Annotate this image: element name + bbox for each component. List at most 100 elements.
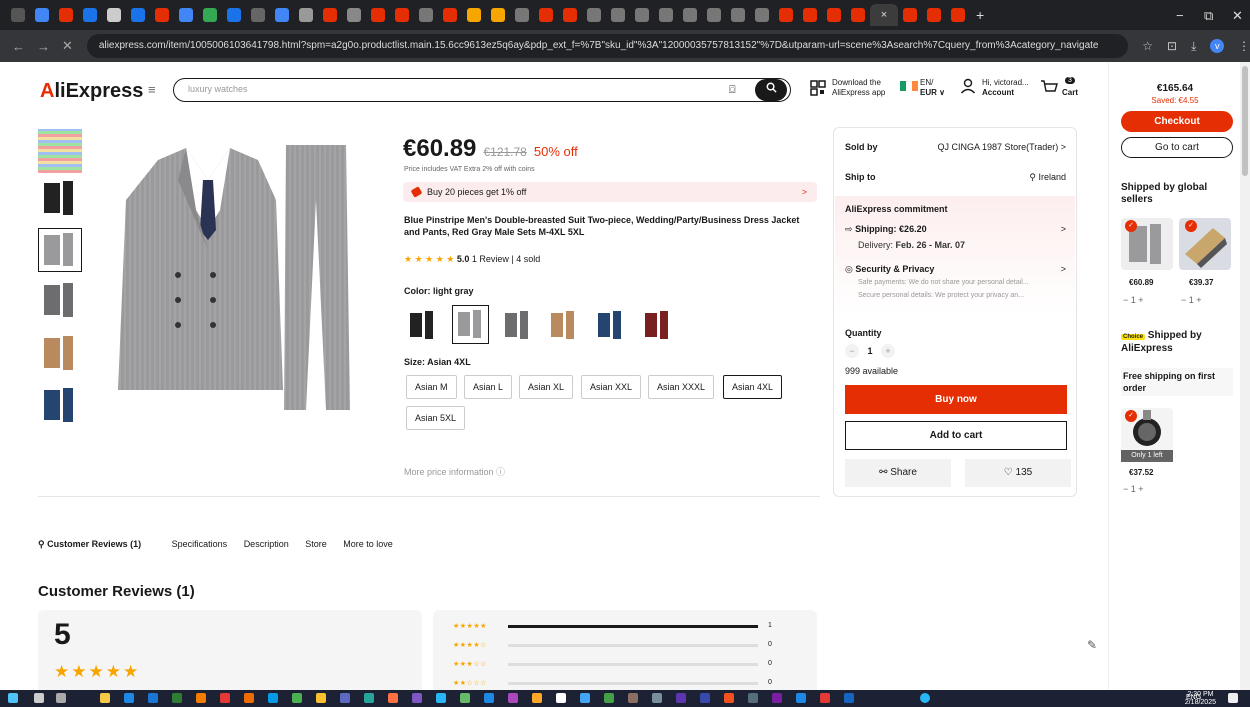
app-icon[interactable] [196, 693, 206, 703]
app-icon[interactable] [148, 693, 158, 703]
active-tab-close[interactable]: × [870, 4, 898, 26]
scrollbar-thumb[interactable] [1242, 66, 1248, 176]
tab-favicon[interactable] [951, 8, 965, 22]
tab-favicon[interactable] [155, 8, 169, 22]
app-icon[interactable] [412, 693, 422, 703]
app-icon[interactable] [364, 693, 374, 703]
bookmark-star-icon[interactable]: ☆ [1142, 39, 1153, 53]
tab-favicon[interactable] [827, 8, 841, 22]
review-count[interactable]: 1 Review [472, 254, 509, 264]
tab-favicon[interactable] [659, 8, 673, 22]
color-swatch-dark-gray[interactable] [499, 305, 536, 344]
system-clock[interactable]: 2:30 PM 2/18/2025 [1185, 691, 1216, 707]
color-swatch-tan[interactable] [545, 305, 582, 344]
tab-favicon[interactable] [611, 8, 625, 22]
app-icon[interactable] [676, 693, 686, 703]
app-icon[interactable] [436, 693, 446, 703]
new-tab-button[interactable]: + [976, 7, 984, 23]
selected-check-icon[interactable]: ✓ [1125, 220, 1137, 232]
app-icon[interactable] [388, 693, 398, 703]
tab-favicon[interactable] [131, 8, 145, 22]
tab-favicon[interactable] [179, 8, 193, 22]
app-icon[interactable] [580, 693, 590, 703]
app-icon[interactable] [700, 693, 710, 703]
share-button[interactable]: ⚯ Share [845, 459, 951, 487]
tab-favicon[interactable] [803, 8, 817, 22]
app-icon[interactable] [124, 693, 134, 703]
app-icon[interactable] [340, 693, 350, 703]
page-scrollbar[interactable] [1240, 62, 1250, 690]
rating-summary[interactable]: ★ ★ ★ ★ ★ 5.0 1 Review | 4 sold [404, 254, 540, 265]
size-option[interactable]: Asian L [464, 375, 513, 399]
thumbnail-size-chart[interactable] [38, 129, 82, 173]
color-swatch-light-gray[interactable] [452, 305, 489, 344]
back-icon[interactable]: ← [12, 39, 25, 54]
tab-favicon[interactable] [11, 8, 25, 22]
selected-check-icon[interactable]: ✓ [1125, 410, 1137, 422]
tab-favicon[interactable] [83, 8, 97, 22]
tab-favicon[interactable] [371, 8, 385, 22]
wishlist-button[interactable]: ♡ 135 [965, 459, 1071, 487]
download-icon[interactable]: ⤓ [1191, 39, 1196, 54]
app-icon[interactable] [172, 693, 182, 703]
app-icon[interactable] [316, 693, 326, 703]
sold-by-row[interactable]: Sold by QJ CINGA 1987 Store(Trader) > [845, 142, 1066, 152]
app-icon[interactable] [772, 693, 782, 703]
forward-icon[interactable]: → [37, 39, 50, 54]
tab-favicon[interactable] [707, 8, 721, 22]
quantity-value[interactable]: 1 [868, 346, 873, 356]
tab-favicon[interactable] [251, 8, 265, 22]
tab-specifications[interactable]: Specifications [172, 539, 228, 549]
profile-avatar[interactable]: v [1210, 39, 1224, 53]
app-icon[interactable] [220, 693, 230, 703]
security-row[interactable]: ◎ Security & Privacy > [845, 264, 1066, 275]
notification-icon[interactable] [1228, 693, 1238, 703]
app-icon[interactable] [796, 693, 806, 703]
tab-favicon[interactable] [467, 8, 481, 22]
cart-item-quantity-stepper[interactable]: − 1 + [1123, 295, 1144, 305]
size-option[interactable]: Asian XXL [581, 375, 642, 399]
restore-icon[interactable]: ⧉ [1204, 8, 1213, 24]
menu-icon[interactable]: ≡ [148, 82, 156, 97]
app-icon[interactable] [556, 693, 566, 703]
browser-menu-icon[interactable]: ⋮ [1238, 39, 1250, 53]
bundle-deal-banner[interactable]: Buy 20 pieces get 1% off > [403, 182, 817, 202]
tab-favicon[interactable] [491, 8, 505, 22]
search-button[interactable] [755, 79, 787, 101]
app-icon[interactable] [484, 693, 494, 703]
store-link[interactable]: QJ CINGA 1987 Store(Trader) > [938, 142, 1066, 152]
increase-button[interactable]: + [881, 344, 896, 358]
app-icon[interactable] [460, 693, 470, 703]
color-swatch-black[interactable] [404, 305, 441, 344]
file-explorer-icon[interactable] [100, 693, 110, 703]
more-price-info-link[interactable]: More price information ⓘ [404, 465, 505, 478]
selected-check-icon[interactable]: ✓ [1185, 220, 1197, 232]
thumbnail-blue-suit[interactable] [38, 384, 82, 428]
url-field[interactable]: aliexpress.com/item/1005006103641798.htm… [86, 34, 1129, 58]
shipping-row[interactable]: ⇨ Shipping: €26.20 > [845, 224, 1066, 235]
search-input[interactable]: luxury watches [173, 78, 791, 102]
download-app-link[interactable]: Download the AliExpress app [832, 78, 885, 98]
tab-favicon[interactable] [107, 8, 121, 22]
tab-favicon[interactable] [635, 8, 649, 22]
tab-favicon[interactable] [903, 8, 917, 22]
decrease-button[interactable]: − [845, 344, 859, 358]
ship-to-country[interactable]: ⚲ Ireland [1029, 172, 1066, 183]
tab-favicon[interactable] [395, 8, 409, 22]
tab-favicon[interactable] [927, 8, 941, 22]
app-icon[interactable] [268, 693, 278, 703]
checkout-button[interactable]: Checkout [1121, 111, 1233, 132]
camera-search-icon[interactable]: ⌼ [729, 84, 736, 97]
size-option-selected[interactable]: Asian 4XL [723, 375, 783, 399]
tab-favicon[interactable] [515, 8, 529, 22]
app-icon[interactable] [244, 693, 254, 703]
tab-favicon[interactable] [779, 8, 793, 22]
tab-favicon[interactable] [539, 8, 553, 22]
start-icon[interactable] [8, 693, 18, 703]
aliexpress-logo[interactable]: AliExpress [40, 80, 143, 103]
thumbnail-black-suit[interactable] [38, 177, 82, 221]
tab-favicon[interactable] [275, 8, 289, 22]
size-option[interactable]: Asian M [406, 375, 457, 399]
tab-more-to-love[interactable]: More to love [343, 539, 393, 549]
color-swatch-burgundy[interactable] [639, 305, 676, 344]
